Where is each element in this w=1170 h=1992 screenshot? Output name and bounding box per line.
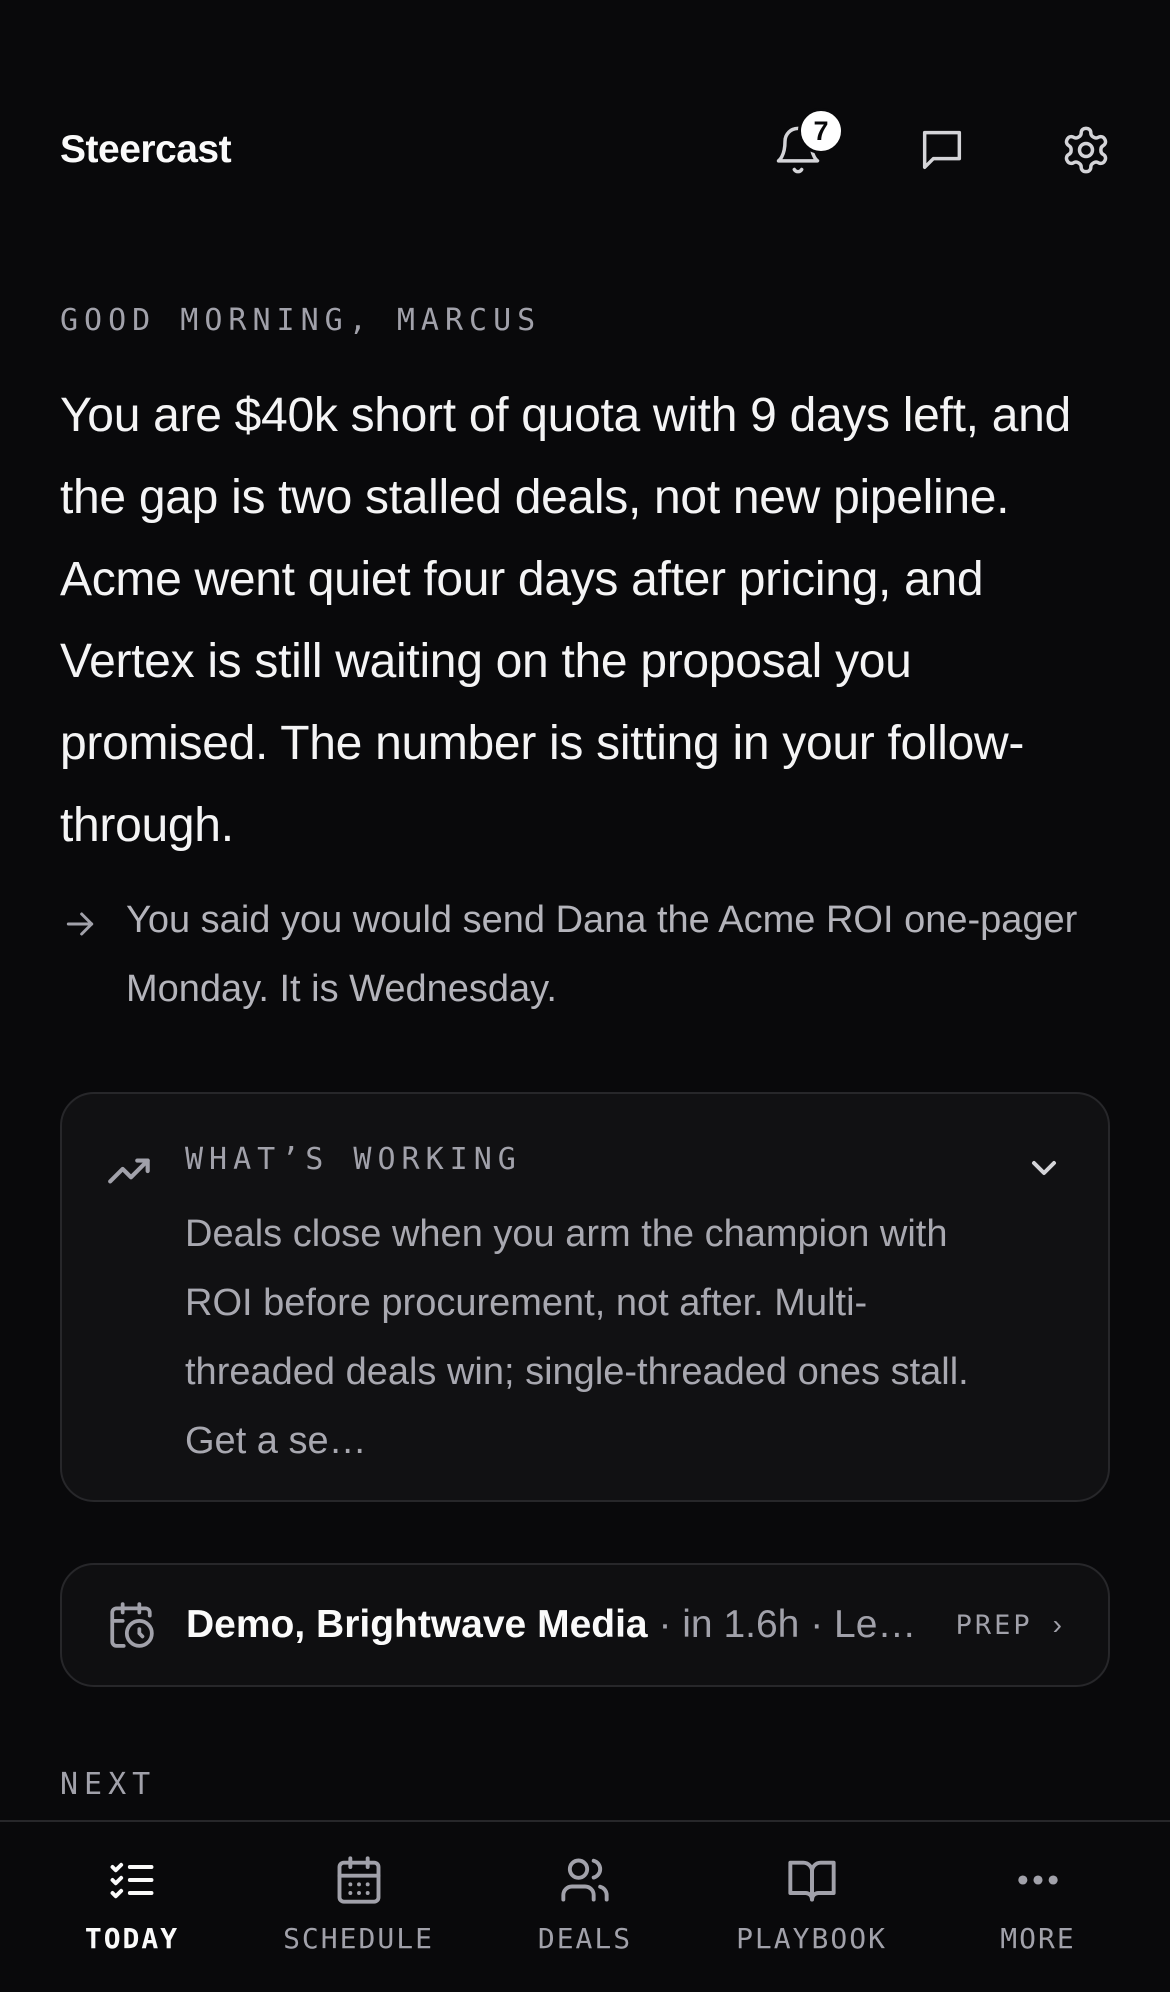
bottom-nav: TODAY SCHEDULE DEALS PLAYBOOK MORE — [0, 1820, 1170, 1992]
today-checklist-icon — [110, 1862, 154, 1899]
nav-deals[interactable]: DEALS — [495, 1822, 675, 1992]
event-meta: · in 1.6h · Le… — [647, 1603, 917, 1646]
arrow-right-icon — [60, 898, 126, 1024]
gear-icon — [1064, 126, 1108, 174]
more-dots-icon — [1018, 1875, 1058, 1885]
messages-button[interactable] — [914, 122, 970, 178]
upcoming-event-card[interactable]: Demo, Brightwave Media · in 1.6h · Le… P… — [60, 1563, 1110, 1687]
nav-playbook[interactable]: PLAYBOOK — [722, 1822, 902, 1992]
header-actions: 7 — [770, 108, 1114, 178]
app-header: Steercast 7 — [60, 108, 1110, 190]
nudge-text: You said you would send Dana the Acme RO… — [126, 899, 1078, 1010]
whats-working-card[interactable]: WHAT’S WORKING Deals close when you arm … — [60, 1092, 1110, 1502]
nav-playbook-label: PLAYBOOK — [736, 1922, 887, 1955]
event-title: Demo, Brightwave Media — [186, 1603, 648, 1646]
nav-more-label: MORE — [1000, 1922, 1076, 1955]
notification-badge: 7 — [798, 108, 844, 154]
chevron-right-icon: › — [1052, 1609, 1062, 1640]
nav-schedule-label: SCHEDULE — [283, 1922, 434, 1955]
users-icon — [561, 1858, 609, 1902]
calendar-icon — [337, 1856, 380, 1904]
whats-working-label: WHAT’S WORKING — [185, 1142, 522, 1177]
brand-logo: Steercast — [60, 128, 232, 171]
calendar-clock-icon — [106, 1600, 156, 1650]
whats-working-body: Deals close when you arm the champion wi… — [185, 1213, 969, 1462]
nav-today-label: TODAY — [84, 1922, 180, 1955]
next-section-label: NEXT — [60, 1767, 157, 1802]
notifications-button[interactable]: 7 — [770, 108, 844, 178]
nav-more[interactable]: MORE — [948, 1822, 1128, 1992]
message-icon — [922, 130, 962, 170]
follow-up-nudge[interactable]: You said you would send Dana the Acme RO… — [60, 898, 1120, 1024]
today-screen: Steercast 7 GOOD MORNING, MARCUS You are… — [0, 0, 1170, 1992]
greeting-label: GOOD MORNING, MARCUS — [60, 303, 542, 338]
briefing-headline: You are $40k short of quota with 9 days … — [60, 389, 1071, 852]
book-icon — [787, 1860, 836, 1902]
chevron-down-icon[interactable] — [1024, 1148, 1064, 1193]
nav-today[interactable]: TODAY — [42, 1822, 222, 1992]
trending-up-icon — [106, 1146, 156, 1201]
settings-button[interactable] — [1058, 122, 1114, 178]
nav-schedule[interactable]: SCHEDULE — [269, 1822, 449, 1992]
event-summary: Demo, Brightwave Media · in 1.6h · Le… — [186, 1603, 926, 1647]
prep-button[interactable]: PREP — [956, 1610, 1033, 1641]
nav-deals-label: DEALS — [537, 1922, 633, 1955]
